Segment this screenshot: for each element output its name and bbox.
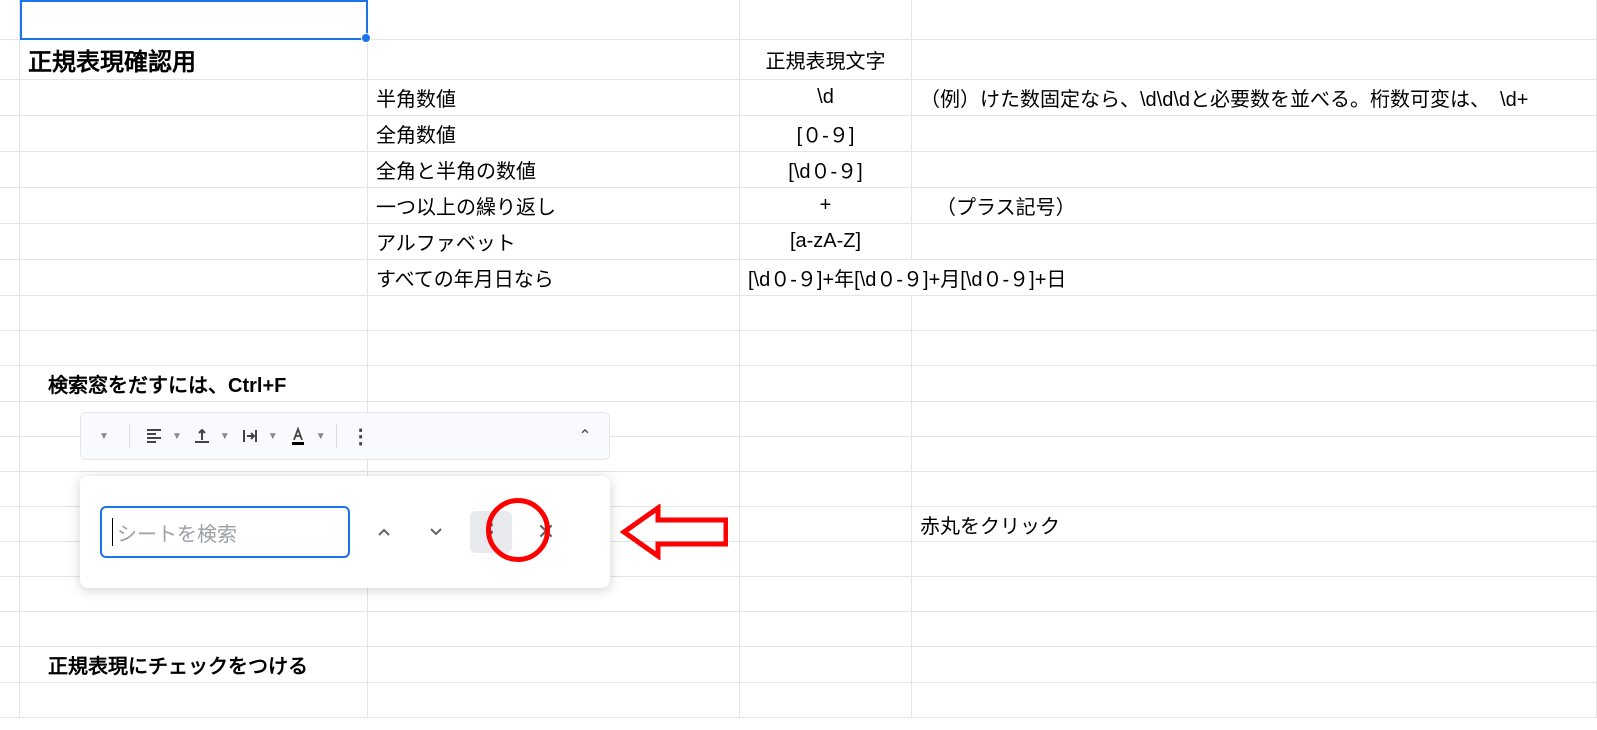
title-cell[interactable]: 正規表現確認用 <box>20 40 368 79</box>
collapse-icon[interactable]: ⌃ <box>571 422 599 450</box>
header-cell[interactable]: 正規表現文字 <box>740 40 912 79</box>
table-row <box>0 296 1597 331</box>
chevron-down-icon[interactable]: ▼ <box>268 431 278 442</box>
search-input[interactable]: シートを検索 <box>100 506 350 558</box>
cell[interactable]: 半角数値 <box>368 80 740 115</box>
cell[interactable] <box>368 0 740 39</box>
table-row: アルファベット [a-zA-Z] <box>0 224 1597 260</box>
find-panel: シートを検索 ⋮ ✕ <box>80 476 610 588</box>
cell[interactable] <box>0 0 20 39</box>
wrap-icon[interactable] <box>236 422 264 450</box>
chevron-down-icon[interactable]: ▼ <box>220 431 230 442</box>
search-placeholder: シートを検索 <box>117 518 237 547</box>
more-vert-icon: ⋮ <box>480 519 502 545</box>
chevron-down-icon[interactable]: ▼ <box>316 431 326 442</box>
dropdown-icon[interactable]: ▼ <box>91 422 119 450</box>
more-options-button[interactable]: ⋮ <box>470 511 512 553</box>
table-row: 一つ以上の繰り返し + （プラス記号） <box>0 188 1597 224</box>
cell[interactable]: 検索窓をだすには、Ctrl+F <box>20 366 368 401</box>
table-row: 検索窓をだすには、Ctrl+F <box>0 366 1597 402</box>
close-button[interactable]: ✕ <box>528 514 564 550</box>
textcolor-icon[interactable] <box>284 422 312 450</box>
separator <box>129 424 130 448</box>
cell[interactable] <box>912 0 1597 39</box>
prev-match-button[interactable] <box>366 514 402 550</box>
cell-selected[interactable] <box>20 0 368 39</box>
chevron-down-icon[interactable]: ▼ <box>172 431 182 442</box>
cell[interactable]: 赤丸をクリック <box>912 507 1597 541</box>
next-match-button[interactable] <box>418 514 454 550</box>
separator <box>336 424 337 448</box>
cell[interactable]: （例）けた数固定なら、\d\d\dと必要数を並べる。桁数可変は、 \d+ <box>912 80 1597 115</box>
table-row: すべての年月日なら [\d０-９]+年[\d０-９]+月[\d０-９]+日 <box>0 260 1597 296</box>
cell[interactable]: 正規表現にチェックをつける <box>20 647 368 682</box>
table-row <box>0 331 1597 366</box>
table-row <box>0 0 1597 40</box>
table-row: 全角と半角の数値 [\d０-９] <box>0 152 1597 188</box>
cell[interactable]: [\d０-９]+年[\d０-９]+月[\d０-９]+日 <box>740 260 1597 295</box>
table-row: 正規表現確認用 正規表現文字 <box>0 40 1597 80</box>
more-vert-icon[interactable]: ⋮ <box>347 422 375 450</box>
valign-icon[interactable] <box>188 422 216 450</box>
table-row: 全角数値 [０-９] <box>0 116 1597 152</box>
align-icon[interactable] <box>140 422 168 450</box>
spreadsheet-grid[interactable]: 正規表現確認用 正規表現文字 半角数値 \d （例）けた数固定なら、\d\d\d… <box>0 0 1597 718</box>
cell[interactable]: \d <box>740 80 912 115</box>
format-toolbar: ▼ ▼ ▼ ▼ ▼ ⋮ ⌃ <box>80 412 610 460</box>
text-cursor <box>112 518 113 546</box>
table-row: 正規表現にチェックをつける <box>0 647 1597 683</box>
cell[interactable] <box>740 0 912 39</box>
table-row: 半角数値 \d （例）けた数固定なら、\d\d\dと必要数を並べる。桁数可変は、… <box>0 80 1597 116</box>
